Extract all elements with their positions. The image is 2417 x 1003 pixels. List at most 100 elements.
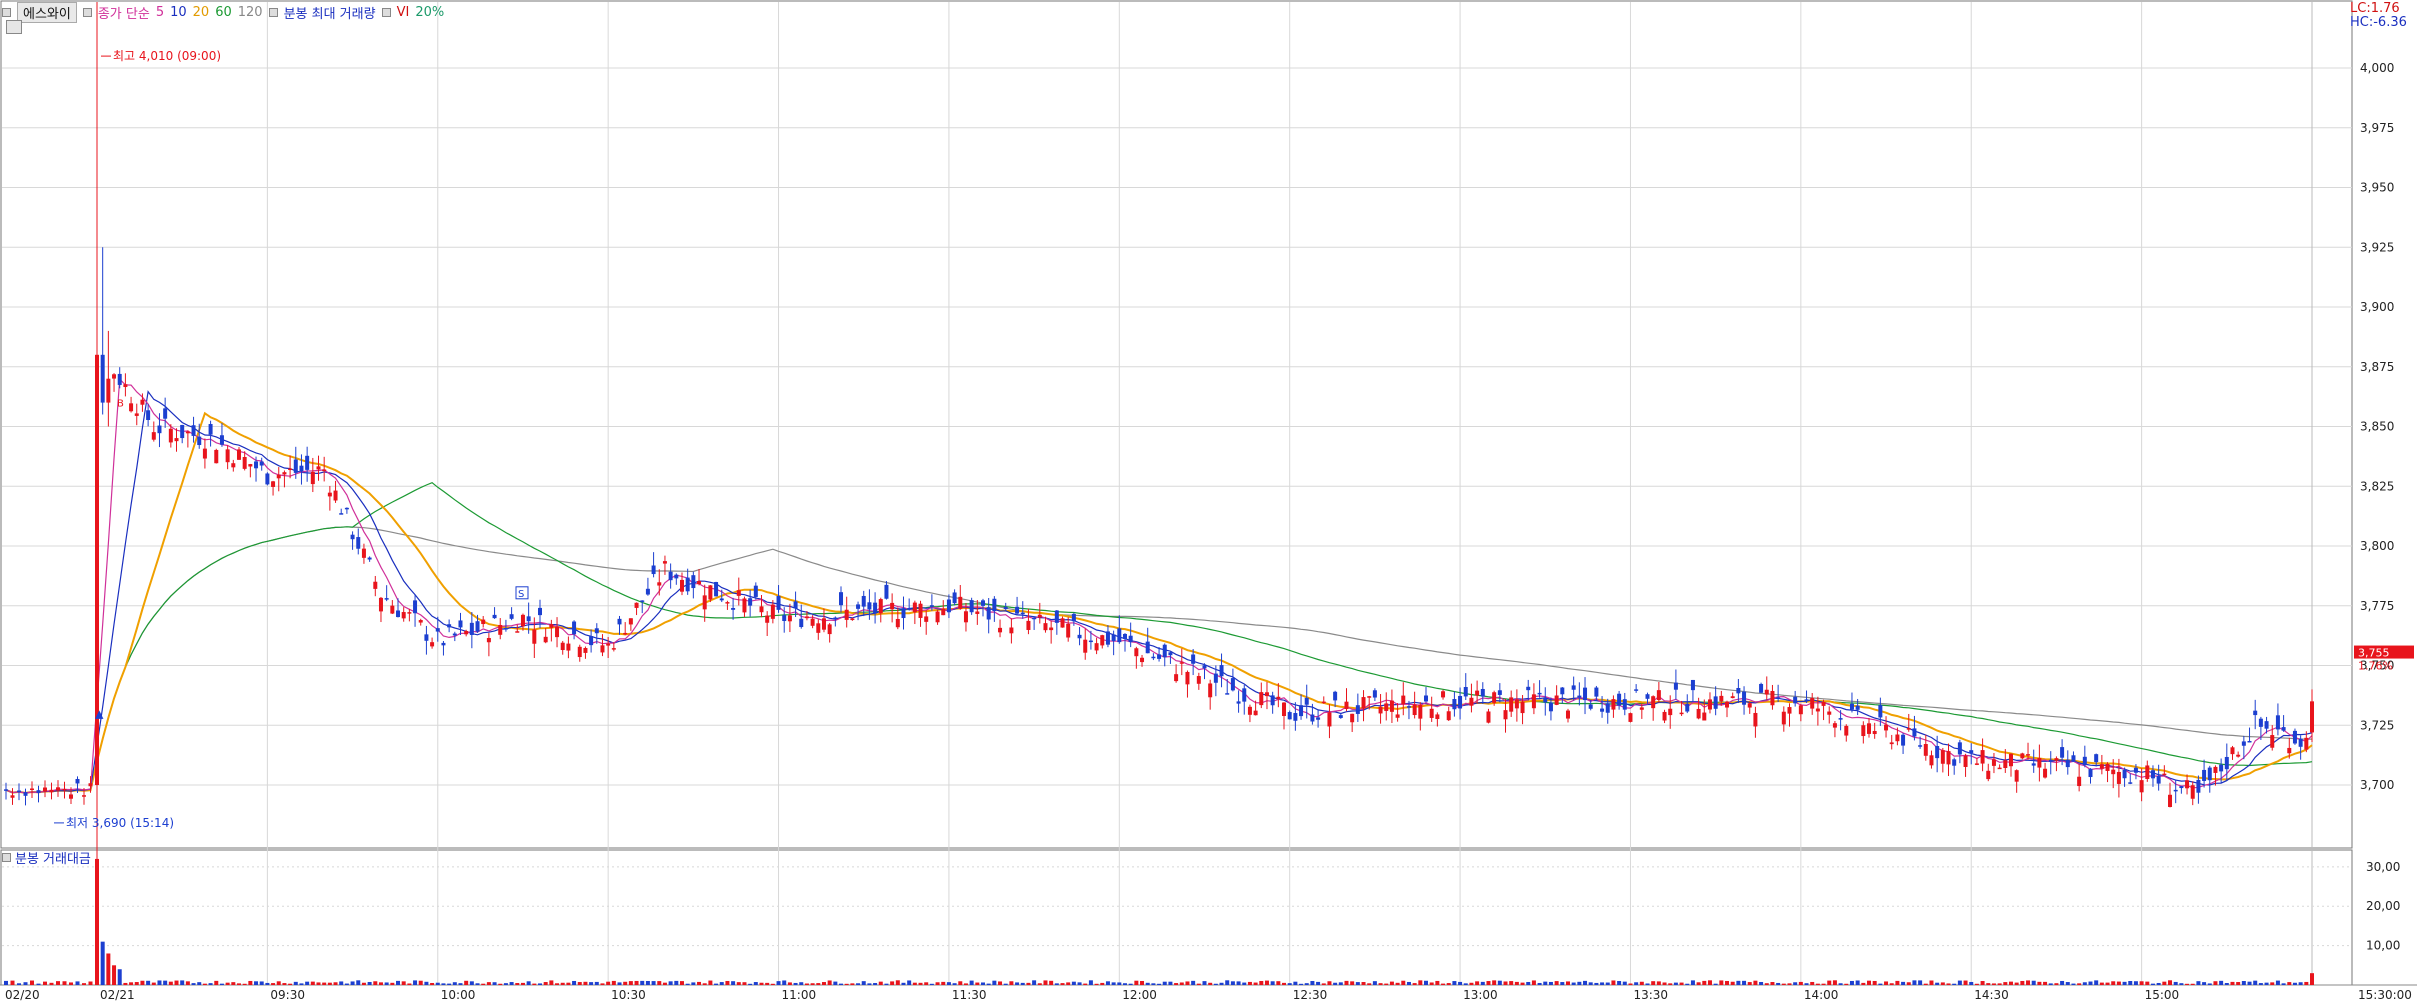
- volume-bar[interactable]: [583, 981, 588, 985]
- candle-body[interactable]: [254, 461, 259, 469]
- candle-body[interactable]: [4, 789, 8, 791]
- candle-body[interactable]: [373, 581, 378, 589]
- volume-panel-toggle-icon[interactable]: [2, 853, 11, 862]
- volume-bar[interactable]: [1560, 982, 1565, 985]
- volume-bar[interactable]: [1202, 981, 1207, 985]
- candle-body[interactable]: [1282, 702, 1287, 716]
- volume-bar[interactable]: [890, 981, 895, 985]
- candle-body[interactable]: [1497, 690, 1502, 695]
- candle-body[interactable]: [1162, 644, 1167, 658]
- candle-body[interactable]: [1673, 682, 1678, 690]
- candle-body[interactable]: [293, 459, 298, 473]
- volume-bar[interactable]: [1594, 982, 1599, 985]
- candle-body[interactable]: [1514, 699, 1519, 709]
- candle-body[interactable]: [435, 628, 440, 632]
- candle-body[interactable]: [1946, 751, 1951, 765]
- candle-body[interactable]: [816, 623, 821, 633]
- volume-bar[interactable]: [259, 981, 264, 985]
- volume-bar[interactable]: [1242, 982, 1247, 985]
- volume-bar[interactable]: [1918, 980, 1923, 985]
- volume-bar[interactable]: [1537, 982, 1542, 985]
- candle-body[interactable]: [929, 605, 934, 607]
- volume-bar[interactable]: [714, 983, 719, 985]
- volume-bar[interactable]: [1713, 983, 1718, 985]
- volume-bar[interactable]: [75, 981, 80, 985]
- candle-body[interactable]: [725, 602, 730, 604]
- volume-bar[interactable]: [134, 982, 139, 985]
- candle-body[interactable]: [992, 598, 997, 612]
- volume-bar[interactable]: [1355, 982, 1360, 985]
- candle-body[interactable]: [1066, 623, 1071, 638]
- volume-bar[interactable]: [1441, 983, 1446, 985]
- volume-bar[interactable]: [2281, 983, 2286, 985]
- candle-body[interactable]: [1577, 695, 1582, 698]
- candle-body[interactable]: [475, 621, 480, 632]
- candle-body[interactable]: [23, 792, 28, 796]
- volume-bar[interactable]: [1861, 982, 1866, 985]
- candle-body[interactable]: [214, 449, 219, 464]
- volume-bar[interactable]: [310, 981, 315, 985]
- candle-body[interactable]: [1191, 654, 1196, 664]
- candle-body[interactable]: [2236, 754, 2241, 757]
- candle-body[interactable]: [236, 449, 241, 460]
- candle-body[interactable]: [276, 474, 281, 479]
- candle-body[interactable]: [1991, 759, 1996, 766]
- candle-body[interactable]: [1486, 711, 1491, 723]
- volume-bar[interactable]: [861, 981, 866, 985]
- volume-bar[interactable]: [1486, 981, 1491, 985]
- candle-body[interactable]: [640, 600, 645, 602]
- volume-bar[interactable]: [2060, 980, 2065, 985]
- candle-body[interactable]: [2082, 756, 2087, 766]
- volume-bar[interactable]: [1293, 981, 1298, 985]
- volume-bar[interactable]: [1401, 980, 1406, 985]
- candle-body[interactable]: [1634, 689, 1639, 691]
- volume-bar[interactable]: [1424, 980, 1428, 985]
- volume-bar[interactable]: [1583, 980, 1588, 985]
- volume-bar[interactable]: [1083, 983, 1088, 985]
- volume-bar[interactable]: [2008, 981, 2013, 985]
- candle-body[interactable]: [1355, 705, 1360, 714]
- volume-bar[interactable]: [1162, 981, 1167, 985]
- candle-body[interactable]: [299, 465, 304, 472]
- volume-bar[interactable]: [753, 982, 758, 985]
- volume-bar[interactable]: [2275, 980, 2280, 985]
- volume-bar[interactable]: [1179, 982, 1184, 985]
- volume-bar[interactable]: [702, 983, 707, 985]
- volume-bar[interactable]: [1503, 981, 1508, 985]
- candle-body[interactable]: [350, 534, 355, 540]
- candle-body[interactable]: [884, 584, 889, 599]
- candle-body[interactable]: [322, 469, 327, 472]
- volume-bar[interactable]: [1196, 983, 1201, 985]
- volume-bar[interactable]: [180, 980, 185, 985]
- candle-body[interactable]: [907, 608, 912, 610]
- candle-body[interactable]: [1338, 715, 1343, 718]
- volume-bar[interactable]: [1696, 982, 1701, 985]
- volume-bar[interactable]: [248, 980, 253, 985]
- candle-body[interactable]: [367, 557, 372, 560]
- volume-bar[interactable]: [657, 981, 662, 985]
- volume-bar[interactable]: [1333, 982, 1338, 985]
- volume-bar[interactable]: [1946, 983, 1951, 985]
- volume-bar[interactable]: [1378, 983, 1383, 985]
- volume-bar[interactable]: [1151, 983, 1156, 985]
- volume-bar[interactable]: [30, 980, 34, 985]
- volume-bar[interactable]: [2020, 980, 2025, 985]
- volume-bar[interactable]: [1804, 983, 1809, 985]
- candle-body[interactable]: [1253, 710, 1258, 716]
- volume-bar[interactable]: [214, 980, 219, 985]
- candle-body[interactable]: [1804, 699, 1809, 701]
- candle-body[interactable]: [1321, 701, 1326, 704]
- candle-body[interactable]: [685, 577, 690, 592]
- candle-body[interactable]: [2213, 766, 2218, 773]
- candle-body[interactable]: [2031, 763, 2036, 766]
- candle-body[interactable]: [1560, 687, 1565, 695]
- volume-bar[interactable]: [1963, 980, 1968, 985]
- volume-bar[interactable]: [1571, 982, 1576, 985]
- candle-body[interactable]: [2162, 773, 2167, 776]
- volume-bar[interactable]: [850, 983, 855, 985]
- volume-bar[interactable]: [1986, 983, 1991, 985]
- volume-bar[interactable]: [1634, 982, 1639, 985]
- candle-body[interactable]: [1861, 725, 1866, 737]
- candle-body[interactable]: [2287, 747, 2292, 754]
- volume-bar[interactable]: [49, 982, 54, 985]
